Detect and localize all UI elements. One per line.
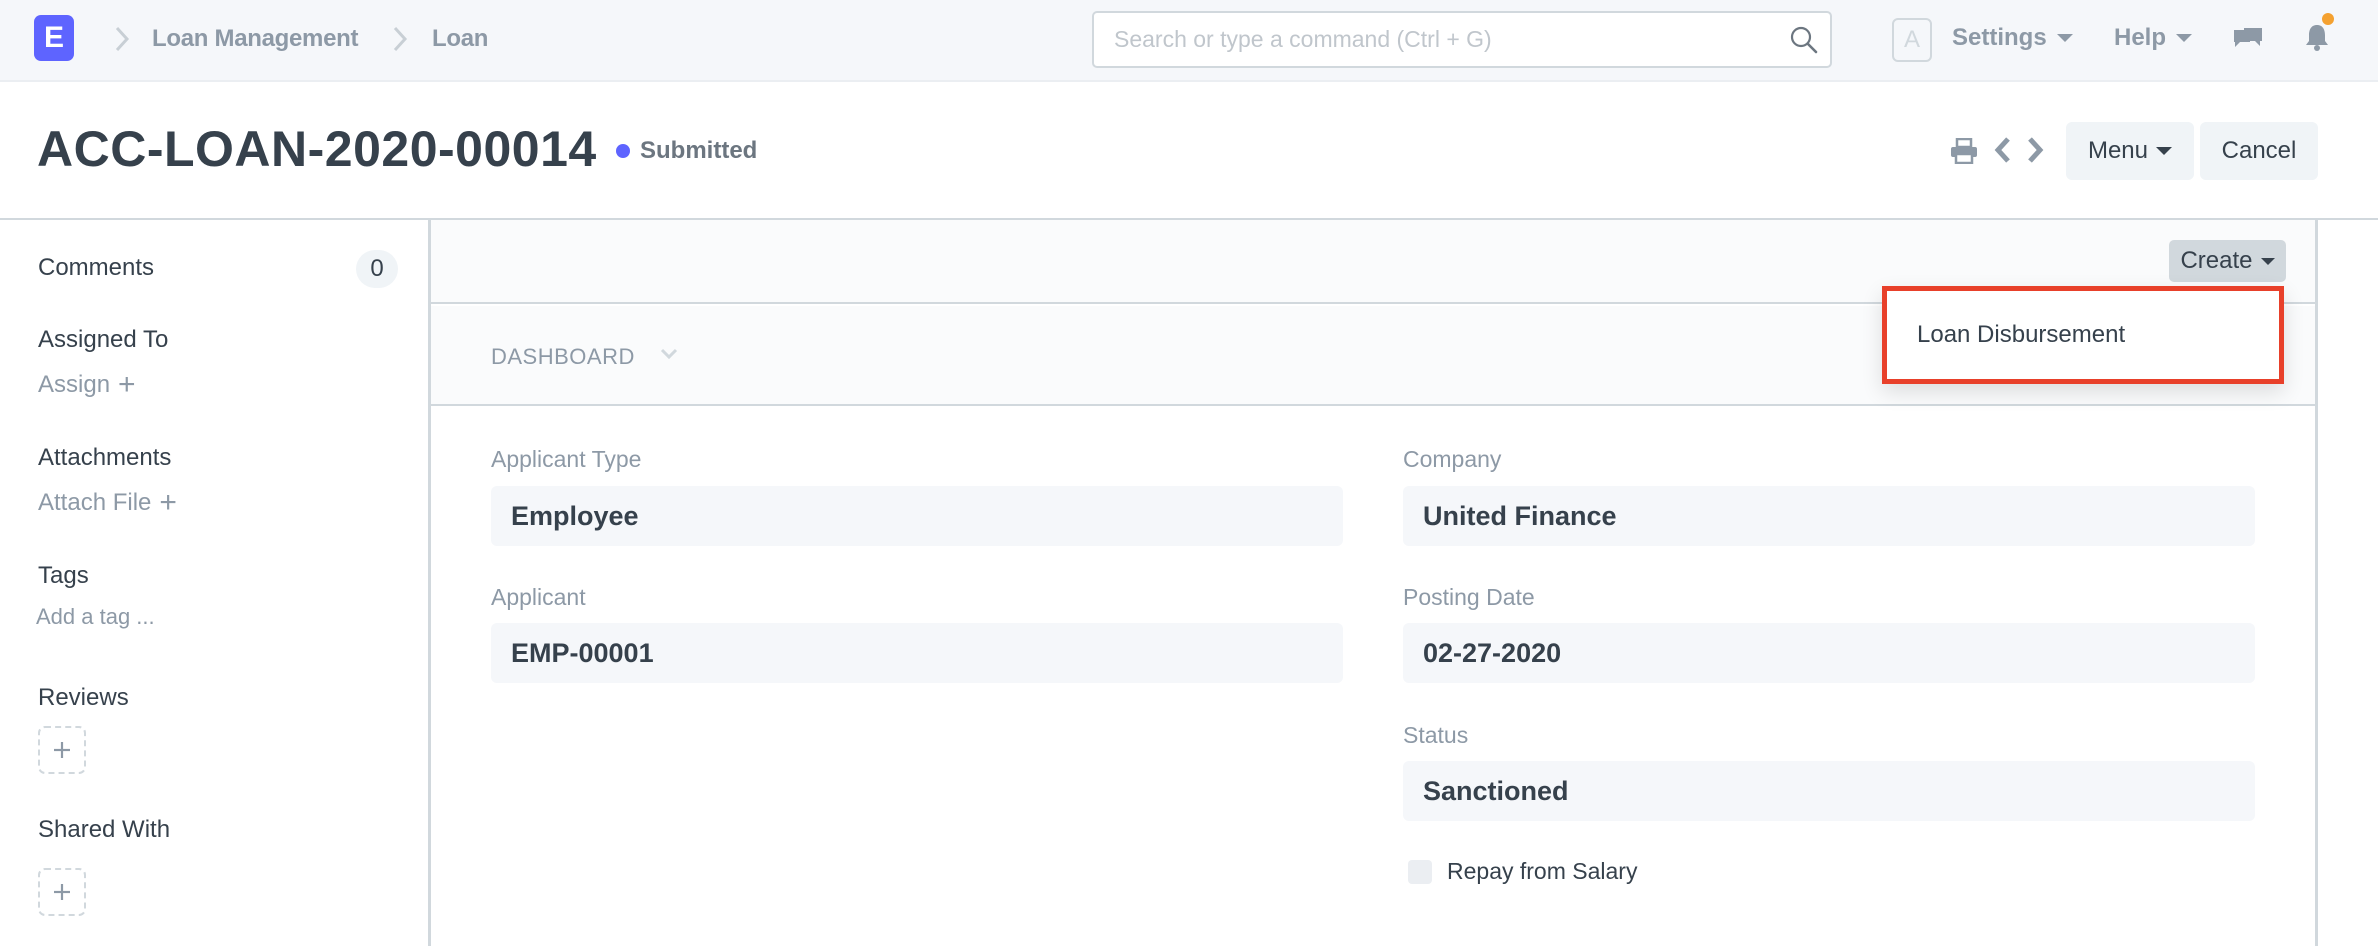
page-title: ACC-LOAN-2020-00014 xyxy=(37,121,597,177)
comments-count-badge: 0 xyxy=(356,250,398,288)
plus-icon xyxy=(54,742,70,758)
help-dropdown[interactable]: Help xyxy=(2114,24,2193,52)
status-indicator-dot xyxy=(616,144,630,158)
settings-label: Settings xyxy=(1952,24,2047,51)
plus-icon: + xyxy=(159,486,177,519)
caret-down-icon xyxy=(2056,34,2073,42)
posting-date-label: Posting Date xyxy=(1403,584,1535,610)
help-label: Help xyxy=(2114,24,2167,51)
attachments-label: Attachments xyxy=(38,444,172,471)
breadcrumb-loan-management[interactable]: Loan Management xyxy=(152,25,359,53)
repay-from-salary-label: Repay from Salary xyxy=(1447,858,1638,884)
search-box xyxy=(1092,11,1832,68)
search-input[interactable] xyxy=(1114,13,1774,66)
breadcrumb-chevron-icon xyxy=(392,26,408,52)
caret-down-icon xyxy=(2260,257,2275,265)
menu-button[interactable]: Menu xyxy=(2066,122,2194,180)
app-logo[interactable]: E xyxy=(34,15,74,61)
assigned-to-label: Assigned To xyxy=(38,326,169,353)
attach-file-link[interactable]: Attach File + xyxy=(38,488,177,518)
search-icon[interactable] xyxy=(1790,26,1818,54)
print-icon[interactable] xyxy=(1950,137,1978,169)
applicant-type-field: Employee xyxy=(491,486,1343,546)
assign-link[interactable]: Assign + xyxy=(38,370,136,400)
create-label: Create xyxy=(2180,247,2253,274)
chevron-down-icon[interactable] xyxy=(659,346,679,362)
menu-label: Menu xyxy=(2087,137,2149,164)
menu-item-loan-disbursement[interactable]: Loan Disbursement xyxy=(1917,321,2125,349)
breadcrumb-chevron-icon xyxy=(114,26,130,52)
form-sidebar: Comments 0 Assigned To Assign + Attachme… xyxy=(0,222,428,946)
tags-label: Tags xyxy=(38,562,89,589)
settings-dropdown[interactable]: Settings xyxy=(1952,24,2073,52)
company-label: Company xyxy=(1403,446,1502,472)
page-head: ACC-LOAN-2020-00014 Submitted Menu Cance… xyxy=(0,84,2378,220)
attach-file-label: Attach File xyxy=(38,489,152,516)
shared-with-label: Shared With xyxy=(38,816,171,843)
plus-icon xyxy=(54,884,70,900)
caret-down-icon xyxy=(2156,147,2173,155)
chat-icon[interactable] xyxy=(2232,26,2264,59)
previous-record-icon[interactable] xyxy=(1994,136,2012,169)
cancel-button[interactable]: Cancel xyxy=(2200,122,2318,180)
create-dropdown-menu: Loan Disbursement xyxy=(1882,286,2284,384)
create-button[interactable]: Create xyxy=(2169,240,2286,282)
comments-label: Comments xyxy=(38,254,155,281)
repay-from-salary-checkbox[interactable] xyxy=(1408,860,1432,884)
posting-date-field: 02-27-2020 xyxy=(1403,623,2255,683)
add-share-button[interactable] xyxy=(38,868,86,916)
applicant-field[interactable]: EMP-00001 xyxy=(491,623,1343,683)
cancel-label: Cancel xyxy=(2221,137,2297,164)
plus-icon: + xyxy=(118,368,136,401)
caret-down-icon xyxy=(2176,34,2193,42)
navbar: E Loan Management Loan A Settings Help xyxy=(0,0,2378,82)
reviews-label: Reviews xyxy=(38,684,129,711)
add-tag-link[interactable]: Add a tag ... xyxy=(36,604,155,630)
assign-label: Assign xyxy=(38,371,111,398)
notification-bell-icon[interactable] xyxy=(2304,22,2330,57)
status-field: Sanctioned xyxy=(1403,761,2255,821)
add-review-button[interactable] xyxy=(38,726,86,774)
status-label: Status xyxy=(1403,722,1469,748)
user-avatar[interactable]: A xyxy=(1892,18,1932,62)
applicant-label: Applicant xyxy=(491,584,586,610)
notification-badge xyxy=(2322,13,2334,25)
company-field[interactable]: United Finance xyxy=(1403,486,2255,546)
status-badge: Submitted xyxy=(640,137,758,164)
breadcrumb-loan[interactable]: Loan xyxy=(432,25,488,53)
next-record-icon[interactable] xyxy=(2026,136,2044,169)
dashboard-label[interactable]: DASHBOARD xyxy=(491,344,635,370)
applicant-type-label: Applicant Type xyxy=(491,446,642,472)
